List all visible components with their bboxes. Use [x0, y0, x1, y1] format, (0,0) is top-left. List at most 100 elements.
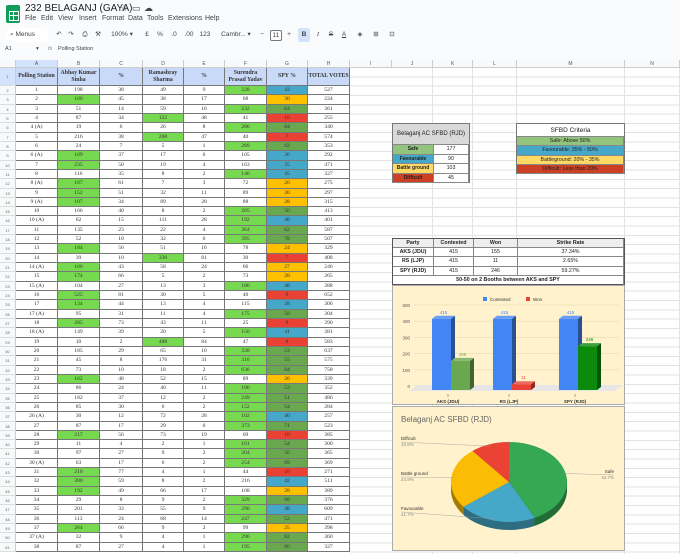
table-cell[interactable]: 364	[225, 225, 267, 236]
column-header-c[interactable]: C	[100, 60, 143, 68]
table-cell[interactable]: 174	[58, 272, 100, 282]
table-cell[interactable]: 29	[16, 440, 58, 450]
table-cell[interactable]: 29	[100, 346, 143, 357]
table-cell[interactable]: 8	[143, 169, 184, 180]
table-cell[interactable]: 5	[143, 272, 184, 282]
table-cell[interactable]: 6	[267, 291, 308, 301]
table-cell[interactable]: 296	[225, 533, 267, 543]
column-header-f[interactable]: F	[225, 60, 267, 68]
table-cell[interactable]: 271	[308, 468, 350, 478]
table-cell[interactable]: 35	[16, 505, 58, 515]
table-cell[interactable]: 9	[184, 86, 225, 96]
table-cell[interactable]: 58	[267, 309, 308, 319]
row-header[interactable]: 40	[0, 440, 16, 450]
menu-format[interactable]: Format	[102, 15, 124, 22]
row-header[interactable]: 26	[0, 309, 16, 319]
table-cell[interactable]: 35	[100, 169, 143, 180]
table-cell[interactable]: 4 (A)	[16, 123, 58, 133]
table-cell[interactable]: 102	[225, 412, 267, 422]
redo-icon[interactable]: ↷	[67, 28, 75, 42]
table-cell[interactable]: 69	[267, 458, 308, 469]
star-icon[interactable]: ☆	[120, 3, 128, 14]
table-cell[interactable]: 330	[143, 253, 184, 264]
table-cell[interactable]: 24	[267, 244, 308, 254]
row-header[interactable]: 46	[0, 496, 16, 506]
table-cell[interactable]: 25	[267, 524, 308, 534]
table-cell[interactable]: 48	[267, 281, 308, 292]
table-cell[interactable]: 84	[184, 337, 225, 347]
table-cell[interactable]: 22	[16, 365, 58, 375]
table-cell[interactable]: 73	[100, 319, 143, 329]
table-cell[interactable]: 352	[308, 384, 350, 394]
row-header[interactable]: 22	[0, 272, 16, 282]
table-cell[interactable]: 11	[184, 319, 225, 329]
table-cell[interactable]: 340	[308, 123, 350, 133]
table-cell[interactable]: 32	[16, 477, 58, 487]
table-cell[interactable]: 56	[267, 449, 308, 459]
table-cell[interactable]: 81	[100, 291, 143, 301]
table-cell[interactable]: 15	[100, 216, 143, 226]
column-header-a[interactable]: A	[16, 60, 58, 68]
table-cell[interactable]: 50	[100, 160, 143, 170]
table-cell[interactable]: 58	[143, 263, 184, 273]
text-color-button[interactable]: A	[340, 28, 348, 42]
table-cell[interactable]: 198	[58, 86, 100, 96]
table-cell[interactable]: 34	[16, 496, 58, 506]
table-cell[interactable]: 257	[308, 412, 350, 422]
table-cell[interactable]: 30	[16, 449, 58, 459]
row-header[interactable]: 5	[0, 113, 16, 124]
table-cell[interactable]: 329	[308, 244, 350, 254]
table-cell[interactable]: 73	[225, 272, 267, 282]
table-cell[interactable]: 471	[308, 514, 350, 525]
table-cell[interactable]: 16	[267, 468, 308, 478]
table-cell[interactable]: 365	[308, 449, 350, 459]
table-cell[interactable]: 12	[143, 393, 184, 403]
table-cell[interactable]: 54	[267, 402, 308, 413]
table-cell[interactable]: 184	[58, 244, 100, 254]
table-cell[interactable]: 25	[16, 393, 58, 403]
row-header[interactable]: 11	[0, 169, 16, 180]
table-cell[interactable]: 100	[58, 95, 100, 105]
table-cell[interactable]: 300	[308, 440, 350, 450]
table-cell[interactable]: 511	[308, 477, 350, 487]
table-cell[interactable]: 19	[16, 337, 58, 347]
table-cell[interactable]: 53	[267, 346, 308, 357]
table-cell[interactable]: 6 (A)	[16, 151, 58, 161]
select-all-corner[interactable]	[0, 60, 16, 68]
font-select[interactable]: Cambr... ▾	[218, 28, 254, 42]
table-cell[interactable]: 6	[184, 235, 225, 245]
table-cell[interactable]: 29	[143, 421, 184, 431]
row-header[interactable]: 18	[0, 235, 16, 245]
table-cell[interactable]: 4	[143, 468, 184, 478]
table-cell[interactable]: 6	[16, 141, 58, 152]
table-cell[interactable]: 235	[58, 160, 100, 170]
table-cell[interactable]: 265	[308, 272, 350, 282]
table-cell[interactable]: 38	[100, 86, 143, 96]
row-header[interactable]: 2	[0, 86, 16, 96]
table-cell[interactable]: 8	[143, 477, 184, 487]
table-cell[interactable]: 18	[16, 319, 58, 329]
table-cell[interactable]: 152	[225, 402, 267, 413]
table-cell[interactable]: 32	[143, 188, 184, 198]
table-cell[interactable]: 87	[58, 542, 100, 552]
table-cell[interactable]: 232	[225, 104, 267, 114]
row-header[interactable]: 4	[0, 104, 16, 114]
table-cell[interactable]: 52	[143, 374, 184, 385]
table-cell[interactable]: 19	[143, 160, 184, 170]
table-cell[interactable]: 338	[225, 346, 267, 357]
table-cell[interactable]: 22	[143, 225, 184, 236]
table-cell[interactable]: 18	[143, 365, 184, 375]
table-cell[interactable]: 122	[143, 113, 184, 124]
table-cell[interactable]: 471	[308, 160, 350, 170]
table-cell[interactable]: 61	[100, 179, 143, 189]
table-cell[interactable]: 2	[184, 365, 225, 375]
table-cell[interactable]: 32	[58, 533, 100, 543]
folder-icon[interactable]: ▭	[132, 3, 141, 14]
table-cell[interactable]: 89	[225, 374, 267, 385]
table-cell[interactable]: 45	[267, 169, 308, 180]
table-cell[interactable]: 2	[184, 496, 225, 506]
row-header[interactable]: 38	[0, 421, 16, 431]
row-header[interactable]: 7	[0, 132, 16, 142]
table-cell[interactable]: 9	[143, 449, 184, 459]
row-header[interactable]: 44	[0, 477, 16, 487]
